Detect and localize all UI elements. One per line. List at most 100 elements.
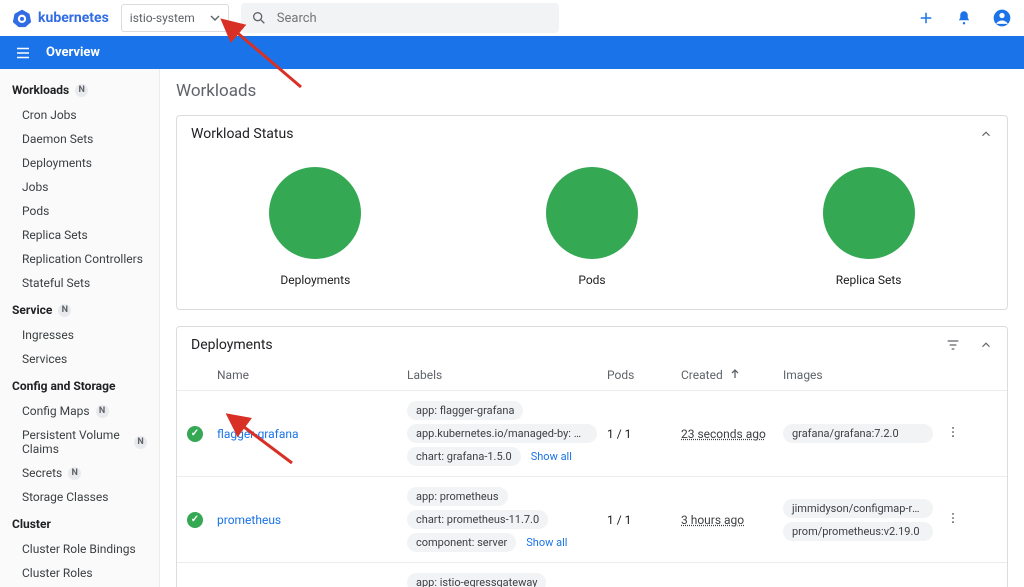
nav-heading-cluster[interactable]: Cluster	[0, 509, 159, 537]
status-item-replica-sets: Replica Sets	[823, 167, 915, 287]
namespace-badge-icon: N	[96, 405, 109, 418]
workload-status-card: Workload Status Deployments Pods Replica S…	[176, 115, 1008, 310]
show-all-link[interactable]: Show all	[525, 447, 578, 466]
card-title: Workload Status	[191, 126, 293, 142]
kebab-icon	[946, 511, 960, 525]
person-circle-icon	[992, 8, 1012, 28]
sidebar-item-secrets[interactable]: SecretsN	[0, 461, 159, 485]
pods-cell: 1 / 1	[607, 427, 681, 441]
row-menu-button[interactable]	[933, 511, 973, 528]
namespace-badge-icon: N	[58, 304, 71, 317]
sidebar-item-replication-controllers[interactable]: Replication Controllers	[0, 247, 159, 271]
images-cell: grafana/grafana:7.2.0	[783, 424, 933, 443]
nav-heading-service[interactable]: ServiceN	[0, 295, 159, 323]
chevron-down-icon	[210, 13, 220, 23]
page-section-title: Overview	[46, 45, 100, 60]
status-item-deployments: Deployments	[269, 167, 361, 287]
sidebar-item-stateful-sets[interactable]: Stateful Sets	[0, 271, 159, 295]
label-chip: app: prometheus	[407, 487, 508, 506]
card-title: Deployments	[191, 337, 273, 353]
chevron-up-icon[interactable]	[979, 127, 993, 141]
namespace-badge-icon: N	[68, 467, 81, 480]
status-circle-icon	[269, 167, 361, 259]
show-all-link[interactable]: Show all	[520, 533, 573, 552]
sidebar-item-jobs[interactable]: Jobs	[0, 175, 159, 199]
notifications-button[interactable]	[954, 8, 974, 28]
main-content: Workloads Workload Status Deployments Pod…	[160, 69, 1024, 587]
sidebar-item-pods[interactable]: Pods	[0, 199, 159, 223]
created-cell: 23 seconds ago	[681, 427, 783, 441]
status-label: Pods	[578, 273, 605, 287]
sub-header: Overview	[0, 36, 1024, 69]
status-ok-icon	[187, 426, 203, 442]
pods-cell: 1 / 1	[607, 513, 681, 527]
col-images[interactable]: Images	[783, 368, 933, 382]
status-label: Deployments	[280, 273, 350, 287]
sidebar-item-storage-classes[interactable]: Storage Classes	[0, 485, 159, 509]
bell-icon	[955, 9, 973, 27]
namespace-badge-icon: N	[75, 84, 88, 97]
sidebar-item-services[interactable]: Services	[0, 347, 159, 371]
table-header-row: Name Labels Pods Created Images	[177, 364, 1007, 391]
col-labels[interactable]: Labels	[407, 368, 607, 382]
images-cell: jimmidyson/configmap-reload:v0.3.0 prom/p…	[783, 499, 933, 541]
image-chip: grafana/grafana:7.2.0	[783, 424, 933, 443]
status-circle-icon	[546, 167, 638, 259]
nav-heading-workloads[interactable]: WorkloadsN	[0, 75, 159, 103]
deployment-name-link[interactable]: flagger-grafana	[217, 427, 407, 441]
search-bar[interactable]	[241, 3, 559, 33]
table-row: istio-egressgatewayapp: istio-egressgate…	[177, 563, 1007, 587]
arrow-up-icon	[730, 369, 740, 379]
label-chip: app: istio-egressgateway	[407, 573, 546, 587]
chevron-up-icon[interactable]	[979, 338, 993, 352]
status-ok-icon	[187, 512, 203, 528]
sidebar-item-cluster-roles[interactable]: Cluster Roles	[0, 561, 159, 585]
label-chip: app: flagger-grafana	[407, 401, 523, 420]
table-row: flagger-grafanaapp: flagger-grafana app.k…	[177, 391, 1007, 477]
status-label: Replica Sets	[836, 273, 902, 287]
filter-icon[interactable]	[945, 337, 961, 353]
sidebar-item-config-maps[interactable]: Config MapsN	[0, 399, 159, 423]
sidebar: WorkloadsNCron JobsDaemon SetsDeployment…	[0, 69, 160, 587]
kubernetes-logo-icon	[12, 8, 32, 28]
plus-icon	[917, 9, 935, 27]
labels-cell: app: prometheus chart: prometheus-11.7.0 c…	[407, 487, 607, 552]
logo[interactable]: kubernetes	[12, 8, 109, 28]
image-chip: jimmidyson/configmap-reload:v0.3.0	[783, 499, 933, 518]
deployment-name-link[interactable]: prometheus	[217, 513, 407, 527]
sidebar-item-ingresses[interactable]: Ingresses	[0, 323, 159, 347]
label-chip: chart: grafana-1.5.0	[407, 447, 521, 466]
search-input[interactable]	[277, 11, 549, 26]
status-circle-icon	[823, 167, 915, 259]
label-chip: app.kubernetes.io/managed-by: Helm	[407, 424, 597, 443]
sidebar-item-replica-sets[interactable]: Replica Sets	[0, 223, 159, 247]
col-name[interactable]: Name	[217, 368, 407, 382]
kebab-icon	[946, 425, 960, 439]
nav-heading-config-and-storage[interactable]: Config and Storage	[0, 371, 159, 399]
account-button[interactable]	[992, 8, 1012, 28]
namespace-badge-icon: N	[134, 436, 147, 449]
page-title: Workloads	[176, 81, 1008, 101]
image-chip: prom/prometheus:v2.19.0	[783, 522, 933, 541]
label-chip: component: server	[407, 533, 516, 552]
namespace-select[interactable]: istio-system	[121, 4, 229, 32]
sidebar-item-daemon-sets[interactable]: Daemon Sets	[0, 127, 159, 151]
labels-cell: app: istio-egressgatewayinstall.operator…	[407, 573, 607, 587]
label-chip: chart: prometheus-11.7.0	[407, 510, 548, 529]
sidebar-item-cluster-role-bindings[interactable]: Cluster Role Bindings	[0, 537, 159, 561]
sidebar-item-deployments[interactable]: Deployments	[0, 151, 159, 175]
search-icon	[251, 10, 267, 26]
sidebar-item-cron-jobs[interactable]: Cron Jobs	[0, 103, 159, 127]
labels-cell: app: flagger-grafana app.kubernetes.io/ma…	[407, 401, 607, 466]
logo-text: kubernetes	[38, 10, 109, 26]
sidebar-item-persistent-volume-claims[interactable]: Persistent Volume ClaimsN	[0, 423, 159, 461]
namespace-selected: istio-system	[130, 11, 195, 25]
hamburger-icon[interactable]	[14, 44, 32, 62]
col-pods[interactable]: Pods	[607, 368, 681, 382]
table-row: prometheusapp: prometheus chart: promethe…	[177, 477, 1007, 563]
row-menu-button[interactable]	[933, 425, 973, 442]
deployments-card: Deployments Name Labels Pods Created Im	[176, 326, 1008, 587]
create-button[interactable]	[916, 8, 936, 28]
col-created[interactable]: Created	[681, 368, 783, 382]
status-item-pods: Pods	[546, 167, 638, 287]
